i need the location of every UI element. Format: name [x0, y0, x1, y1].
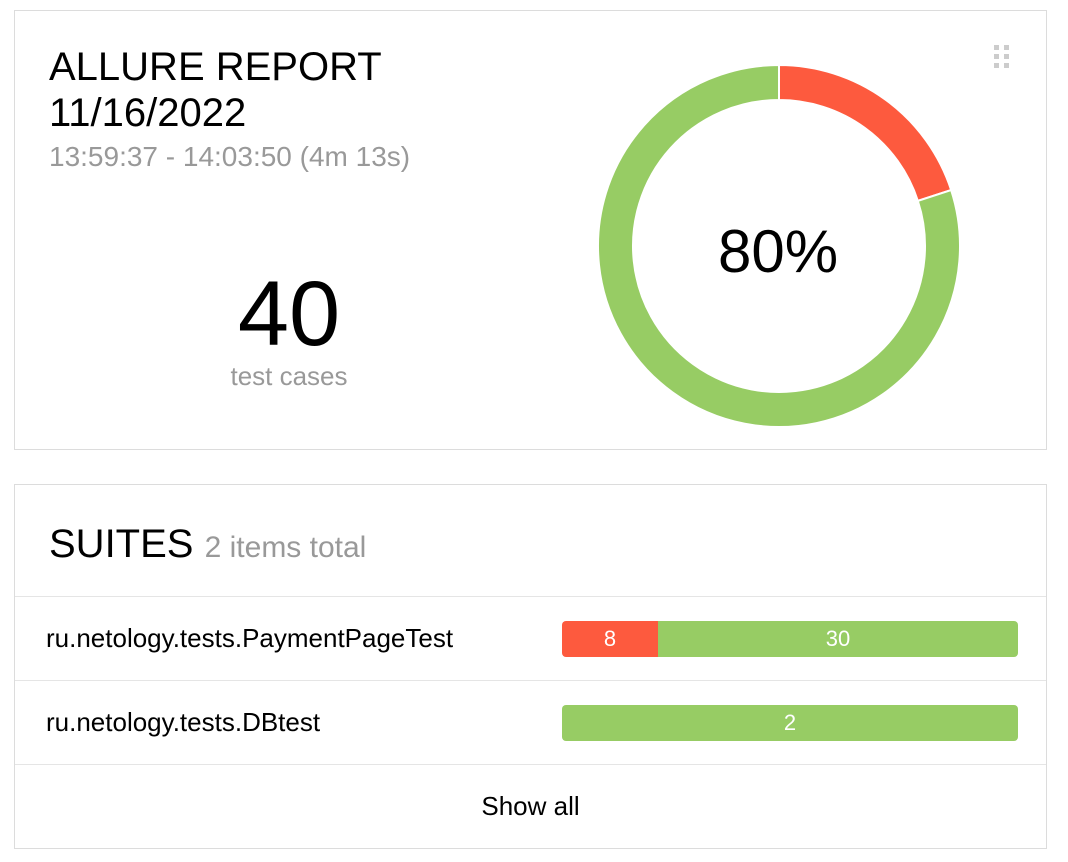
- suites-header: SUITES 2 items total: [49, 521, 366, 571]
- suite-name[interactable]: ru.netology.tests.PaymentPageTest: [46, 623, 453, 653]
- suites-widget: SUITES 2 items total ru.netology.tests.P…: [14, 484, 1047, 849]
- total-test-count: 40: [237, 263, 341, 365]
- suite-row[interactable]: ru.netology.tests.DBtest 2: [15, 680, 1046, 764]
- donut-slice-failed[interactable]: [778, 65, 953, 203]
- total-test-label: test cases: [230, 361, 348, 391]
- status-segment-passed[interactable]: 2: [562, 705, 1018, 741]
- report-time-range: 13:59:37 - 14:03:50 (4m 13s): [49, 141, 411, 172]
- drag-handle-icon[interactable]: [994, 45, 1012, 69]
- status-segment-failed[interactable]: 8: [562, 621, 658, 657]
- summary-widget: ALLURE REPORT 11/16/2022 13:59:37 - 14:0…: [14, 10, 1047, 450]
- success-rate-label: 80%: [717, 218, 839, 285]
- suite-status-bar[interactable]: 2: [562, 705, 1018, 741]
- suite-row[interactable]: ru.netology.tests.PaymentPageTest 8 30: [15, 596, 1046, 680]
- suite-status-bar[interactable]: 8 30: [562, 621, 1018, 657]
- show-all-link[interactable]: Show all: [15, 764, 1046, 849]
- suites-item-count: 2 items total: [204, 531, 367, 564]
- suites-title: SUITES: [49, 522, 194, 566]
- suite-name[interactable]: ru.netology.tests.DBtest: [46, 707, 320, 737]
- report-title: ALLURE REPORT 11/16/2022: [49, 45, 382, 135]
- status-segment-passed[interactable]: 30: [658, 621, 1018, 657]
